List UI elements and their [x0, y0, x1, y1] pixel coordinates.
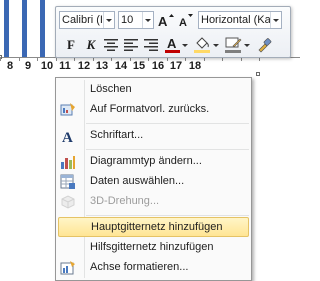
font-shrink-icon[interactable]: A — [176, 10, 196, 30]
menu-item-label: 3D-Drehung... — [90, 195, 160, 207]
chevron-down-icon[interactable] — [142, 12, 153, 28]
svg-text:A: A — [62, 130, 73, 144]
menu-item-font[interactable]: A Schriftart... — [58, 126, 249, 146]
font-name-value: Calibri (I — [62, 14, 103, 26]
menu-separator — [86, 123, 249, 124]
menu-separator — [86, 215, 249, 216]
font-color-button[interactable]: A — [165, 36, 188, 54]
svg-text:A: A — [179, 17, 187, 28]
font-grow-icon[interactable]: A — [156, 10, 176, 30]
chevron-down-icon[interactable] — [213, 43, 219, 47]
x-axis-tick-label: 18 — [188, 60, 202, 72]
chevron-down-icon[interactable] — [270, 12, 281, 28]
menu-item-label: Diagrammtyp ändern... — [90, 155, 202, 167]
chart-bar — [4, 0, 9, 57]
chevron-down-icon[interactable] — [103, 12, 114, 28]
context-menu: Löschen Auf Formatvorl. zurücks. A Schri… — [55, 77, 252, 281]
menu-item-label: Löschen — [90, 83, 132, 95]
menu-separator — [86, 149, 249, 150]
chart-bar — [22, 0, 27, 57]
menu-item-label: Auf Formatvorl. zurücks. — [90, 103, 210, 115]
3d-rotation-icon — [60, 194, 76, 210]
chart-bar — [40, 0, 45, 57]
menu-item-add-minor-gridlines[interactable]: Hilfsgitternetz hinzufügen — [58, 238, 249, 258]
select-data-icon — [60, 174, 76, 190]
menu-item-select-data[interactable]: Daten auswählen... — [58, 172, 249, 192]
axis-selection-handle[interactable] — [256, 72, 260, 76]
menu-item-label: Achse formatieren... — [90, 261, 189, 273]
bold-button[interactable]: F — [61, 35, 81, 55]
svg-text:A: A — [167, 36, 177, 51]
reset-style-icon — [60, 102, 76, 118]
pen-outline-icon — [225, 37, 242, 53]
font-color-icon: A — [165, 36, 180, 53]
align-left-icon[interactable] — [121, 35, 141, 55]
menu-item-label: Hauptgitternetz hinzufügen — [91, 221, 223, 233]
format-axis-icon — [60, 260, 76, 276]
mini-toolbar-row-2: F K A — [59, 35, 274, 55]
bold-label: F — [67, 37, 75, 52]
menu-item-change-chart-type[interactable]: Diagrammtyp ändern... — [58, 152, 249, 172]
menu-item-label: Schriftart... — [90, 129, 144, 141]
align-center-icon[interactable] — [101, 35, 121, 55]
mini-toolbar: Calibri (I 10 A A Horizontal (Kat F K A — [55, 6, 291, 58]
chevron-down-icon[interactable] — [244, 43, 250, 47]
paint-bucket-icon — [194, 37, 210, 53]
italic-button[interactable]: K — [81, 35, 101, 55]
menu-item-label: Hilfsgitternetz hinzufügen — [90, 241, 214, 253]
font-size-combo[interactable]: 10 — [118, 11, 154, 29]
mini-toolbar-row-1: Calibri (I 10 A A Horizontal (Kat — [59, 10, 282, 30]
menu-item-reset-style[interactable]: Auf Formatvorl. zurücks. — [58, 100, 249, 120]
alignment-combo[interactable]: Horizontal (Kat — [198, 11, 282, 29]
format-painter-icon[interactable] — [254, 35, 274, 55]
alignment-value: Horizontal (Kat — [201, 14, 274, 26]
chart-type-icon — [60, 154, 76, 170]
chevron-down-icon[interactable] — [182, 43, 188, 47]
menu-item-label: Daten auswählen... — [90, 175, 185, 187]
menu-item-add-major-gridlines[interactable]: Hauptgitternetz hinzufügen — [58, 217, 249, 237]
italic-label: K — [86, 37, 96, 52]
font-icon: A — [60, 128, 76, 144]
font-size-value: 10 — [121, 14, 134, 26]
fill-color-button[interactable] — [194, 36, 219, 54]
svg-text:A: A — [158, 14, 168, 28]
outline-color-button[interactable] — [225, 36, 250, 54]
align-right-icon[interactable] — [141, 35, 161, 55]
font-name-combo[interactable]: Calibri (I — [59, 11, 115, 29]
menu-item-format-axis[interactable]: Achse formatieren... — [58, 258, 249, 278]
menu-item-3d-rotation: 3D-Drehung... — [58, 192, 249, 212]
menu-item-delete[interactable]: Löschen — [58, 80, 249, 100]
